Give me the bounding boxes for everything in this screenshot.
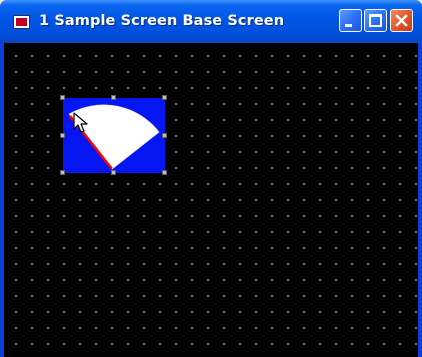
- maximize-icon: [369, 14, 382, 27]
- resize-handle-top-right[interactable]: [162, 95, 167, 100]
- meter-dial: [68, 104, 160, 170]
- maximize-button[interactable]: [364, 9, 387, 32]
- resize-handle-bottom-left[interactable]: [60, 170, 65, 175]
- minimize-button[interactable]: [339, 9, 362, 32]
- minimize-icon: [345, 24, 352, 27]
- close-icon: [395, 14, 408, 27]
- close-button[interactable]: [390, 9, 413, 32]
- resize-handle-right[interactable]: [162, 133, 167, 138]
- resize-handle-bottom-right[interactable]: [162, 170, 167, 175]
- resize-handle-left[interactable]: [60, 133, 65, 138]
- screen-editor-app-icon[interactable]: [13, 15, 30, 29]
- resize-handle-top[interactable]: [111, 95, 116, 100]
- pointer-icon: [73, 112, 88, 133]
- resize-handle-bottom[interactable]: [111, 170, 116, 175]
- meter-part[interactable]: [60, 95, 167, 175]
- title-bar[interactable]: 1 Sample Screen Base Screen: [0, 0, 422, 43]
- editor-window: 1 Sample Screen Base Screen: [0, 0, 422, 357]
- window-title: 1 Sample Screen Base Screen: [39, 13, 285, 29]
- screen-canvas[interactable]: [4, 43, 418, 357]
- resize-handle-top-left[interactable]: [60, 95, 65, 100]
